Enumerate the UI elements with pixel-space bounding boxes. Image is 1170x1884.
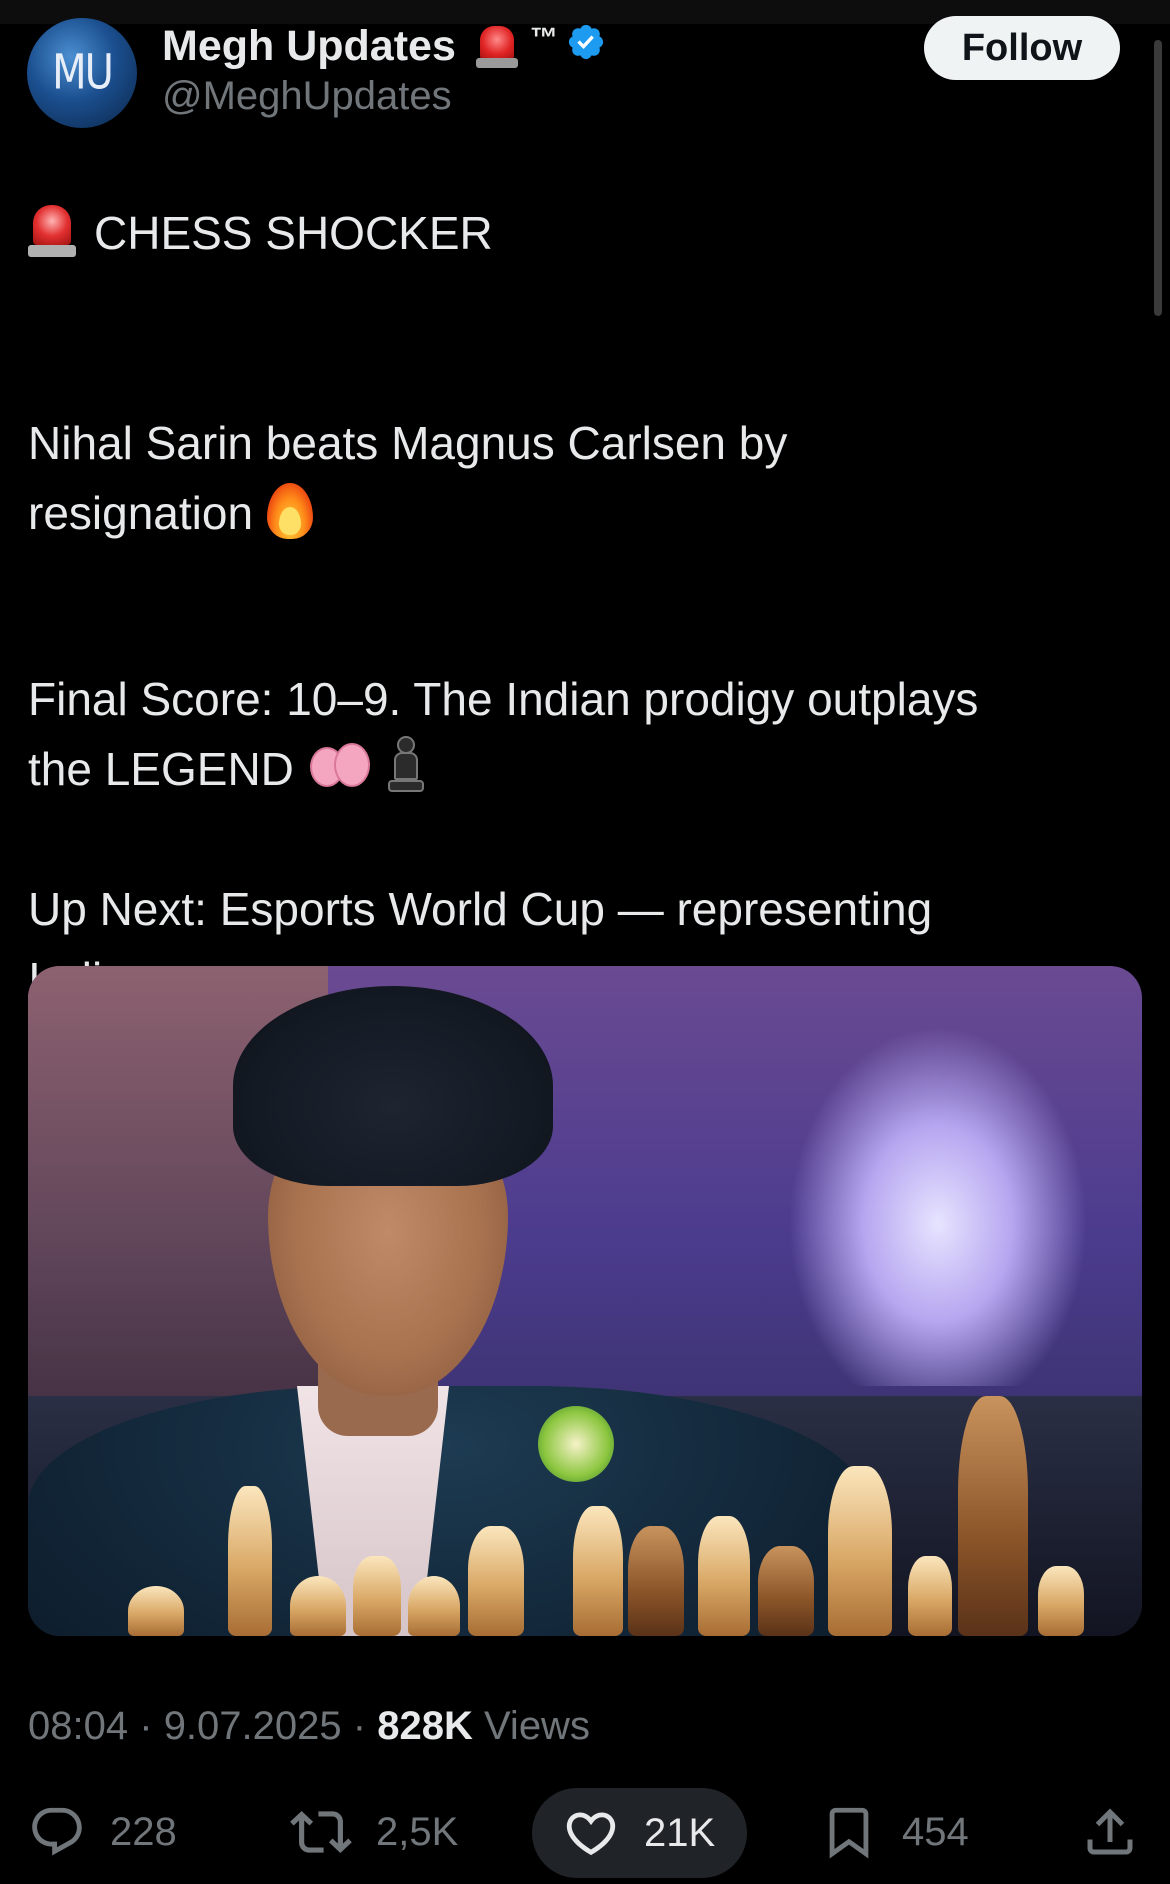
share-button[interactable] xyxy=(1080,1792,1140,1872)
bookmark-count: 454 xyxy=(902,1809,969,1854)
avatar-text: MU xyxy=(52,45,114,101)
separator: · xyxy=(139,1704,153,1748)
tweet-paragraph-result xyxy=(28,338,1108,408)
tweet-paragraph-score: Final Score: 10–9. The Indian prodigy ou… xyxy=(28,664,1108,804)
repost-icon xyxy=(290,1811,352,1853)
fire-icon xyxy=(265,482,315,539)
heart-icon xyxy=(566,1812,616,1856)
tweet-date[interactable]: 9.07.2025 xyxy=(164,1704,342,1748)
follow-button[interactable]: Follow xyxy=(924,16,1120,80)
brain-icon xyxy=(309,741,370,793)
chess-pawn-icon xyxy=(386,735,426,794)
like-count: 21K xyxy=(644,1810,716,1855)
share-icon xyxy=(1087,1808,1133,1855)
siren-icon xyxy=(28,201,76,261)
views-count: 828K xyxy=(377,1704,473,1748)
tweet-text-line: Final Score: 10–9. The Indian prodigy ou… xyxy=(28,673,979,725)
scrollbar[interactable] xyxy=(1154,40,1162,316)
tweet-meta: 08:04 · 9.07.2025 · 828K Views xyxy=(28,1704,590,1749)
separator: · xyxy=(352,1704,367,1748)
avatar[interactable]: MU xyxy=(27,18,137,128)
india-flag-icon xyxy=(28,352,84,390)
tweet-text-line: Nihal Sarin beats Magnus Carlsen by xyxy=(28,417,788,469)
bookmark-icon xyxy=(829,1807,869,1859)
handle[interactable]: @MeghUpdates xyxy=(162,74,452,119)
tweet-text-line: Up Next: Esports World Cup — representin… xyxy=(28,883,933,935)
reply-icon xyxy=(32,1807,82,1856)
reply-button[interactable]: 228 xyxy=(28,1792,177,1872)
tweet-photo[interactable] xyxy=(28,966,1142,1636)
reply-count: 228 xyxy=(110,1809,177,1854)
display-name[interactable]: Megh Updates xyxy=(162,22,456,71)
like-button[interactable]: 21K xyxy=(532,1788,748,1878)
verified-badge-icon xyxy=(568,24,603,60)
tweet-time[interactable]: 08:04 xyxy=(28,1704,128,1748)
bookmark-button[interactable]: 454 xyxy=(820,1792,969,1872)
tweet-text-line: resignation xyxy=(28,487,254,539)
tweet-text-line: the LEGEND xyxy=(28,743,294,795)
action-bar: 228 2,5K 21K 454 xyxy=(0,1788,1170,1884)
repost-count: 2,5K xyxy=(376,1809,459,1854)
headline-text: CHESS SHOCKER xyxy=(94,207,493,259)
siren-icon xyxy=(475,22,518,70)
tweet-line-headline: CHESS SHOCKER xyxy=(28,198,1108,268)
trademark-badge: ™ xyxy=(529,22,558,53)
views-label: Views xyxy=(483,1704,590,1748)
author-name-row[interactable]: Megh Updates ™ xyxy=(162,18,606,74)
repost-button[interactable]: 2,5K xyxy=(290,1792,458,1872)
